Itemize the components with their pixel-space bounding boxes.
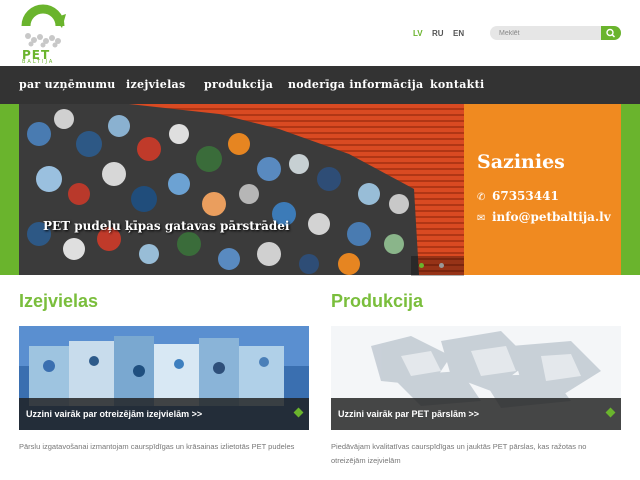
header: PET BALTIJA LV RU EN [0,0,640,66]
arrow-icon [293,407,304,418]
products-desc: Piedāvājam kvalitatīvas caurspīdīgas un … [331,442,587,465]
nav-item-raw-materials[interactable]: izejvielas [126,78,185,91]
lang-en[interactable]: EN [453,29,464,38]
contact-email[interactable]: ✉ info@petbaltija.lv [477,210,611,224]
hero-banner: PET pudeļu ķīpas gatavas pārstrādei Sazi… [0,104,640,276]
slider-dot-1[interactable] [419,263,424,268]
contact-phone-text: 67353441 [492,189,559,203]
contact-title: Sazinies [477,151,565,173]
nav-item-products[interactable]: produkcija [204,78,273,91]
hero-slide-image[interactable] [19,104,464,275]
contact-phone[interactable]: ✆ 67353441 [477,189,559,203]
nav-item-contacts[interactable]: kontakti [430,78,484,91]
raw-materials-cta-label: Uzzini vairāk par otreizējām izejvielām … [26,409,203,419]
main-nav: par uzņēmumu izejvielas produkcija noder… [0,66,640,104]
search-icon [606,28,616,38]
hero-caption: PET pudeļu ķīpas gatavas pārstrādei [43,219,290,233]
raw-materials-cta[interactable]: Uzzini vairāk par otreizējām izejvielām … [19,398,309,430]
logo-subtext: BALTIJA [22,59,55,65]
section-title-raw-materials: Izejvielas [19,291,99,311]
raw-materials-card[interactable]: Uzzini vairāk par otreizējām izejvielām … [19,326,309,430]
lang-lv[interactable]: LV [413,29,423,38]
lang-ru[interactable]: RU [432,29,444,38]
nav-item-about[interactable]: par uzņēmumu [19,78,116,91]
products-cta[interactable]: Uzzini vairāk par PET pārslām >> [331,398,621,430]
envelope-icon: ✉ [477,213,486,224]
section-title-products: Produkcija [331,291,424,311]
arrow-icon [605,407,616,418]
raw-materials-desc: Pārslu izgatavošanai izmantojam caurspīd… [19,442,295,451]
nav-item-useful-info[interactable]: noderīga informācija [288,78,423,91]
phone-icon: ✆ [477,192,486,203]
search-button[interactable] [601,26,621,40]
products-cta-label: Uzzini vairāk par PET pārslām >> [338,409,480,419]
contact-email-text: info@petbaltija.lv [492,210,611,224]
search-input[interactable] [499,27,599,39]
products-card[interactable]: Uzzini vairāk par PET pārslām >> [331,326,621,430]
slider-dot-2[interactable] [439,263,444,268]
